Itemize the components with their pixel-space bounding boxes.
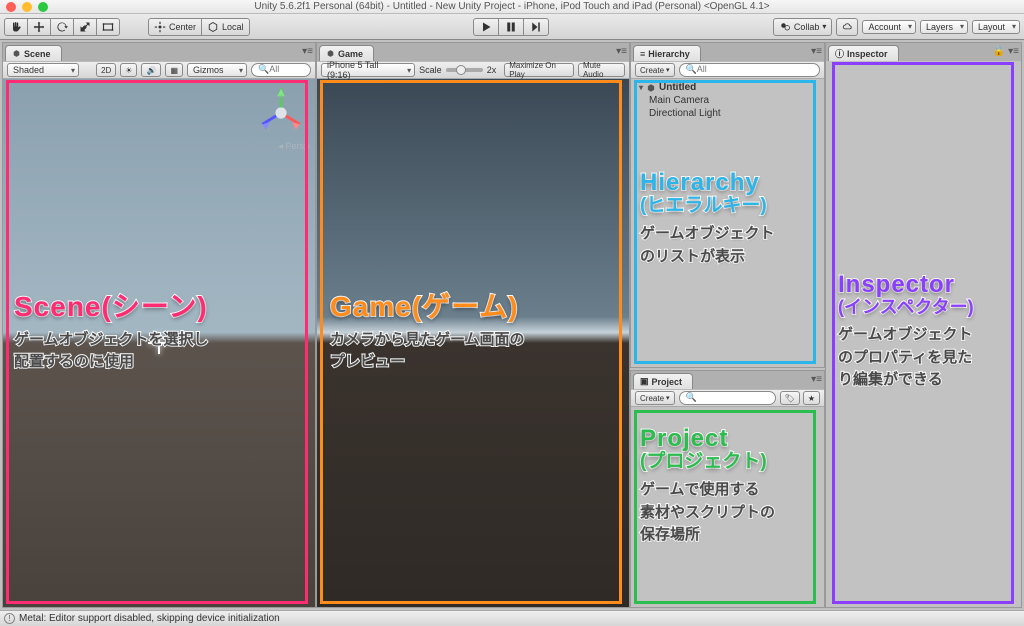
panel-menu-icon[interactable]: 🔒 ▾≡ xyxy=(993,46,1019,57)
window-titlebar: Unity 5.6.2f1 Personal (64bit) - Untitle… xyxy=(0,0,1024,14)
project-tab[interactable]: ▣Project xyxy=(633,373,693,389)
status-message: Metal: Editor support disabled, skipping… xyxy=(19,613,280,624)
hierarchy-item[interactable]: Directional Light xyxy=(635,107,820,120)
game-maximize-toggle[interactable]: Maximize On Play xyxy=(504,63,574,77)
scene-search-input[interactable]: 🔍All xyxy=(251,63,311,77)
status-bar: ! Metal: Editor support disabled, skippi… xyxy=(0,610,1024,626)
scene-shading-dropdown[interactable]: Shaded xyxy=(7,63,79,77)
project-create-button[interactable]: Create ▾ xyxy=(635,391,675,405)
rect-tool-button[interactable] xyxy=(96,18,120,36)
main-toolbar: Center Local Collab▾ Account Layers Layo… xyxy=(0,14,1024,40)
scene-2d-toggle[interactable]: 2D xyxy=(96,63,116,77)
game-display-dropdown[interactable]: iPhone 5 Tall (9:16) xyxy=(321,63,415,77)
pivot-local-button[interactable]: Local xyxy=(201,18,250,36)
move-tool-button[interactable] xyxy=(27,18,51,36)
scene-gizmos-dropdown[interactable]: Gizmos xyxy=(187,63,247,77)
layers-dropdown[interactable]: Layers xyxy=(920,20,968,34)
scene-audio-toggle-icon[interactable]: 🔊 xyxy=(141,63,161,77)
hierarchy-panel: ≡Hierarchy ▾≡ Create ▾ 🔍All ▾Untitled Ma… xyxy=(630,42,825,368)
step-button[interactable] xyxy=(523,18,549,36)
hierarchy-scene-row[interactable]: ▾Untitled xyxy=(635,81,820,94)
rotate-tool-button[interactable] xyxy=(50,18,74,36)
hierarchy-create-button[interactable]: Create ▾ xyxy=(635,63,675,77)
hierarchy-tab[interactable]: ≡Hierarchy xyxy=(633,45,701,61)
unity-scene-icon xyxy=(646,83,656,93)
scene-tab[interactable]: Scene xyxy=(5,45,62,61)
game-scale-label: Scale xyxy=(419,65,442,75)
layout-dropdown[interactable]: Layout xyxy=(972,20,1020,34)
scale-tool-button[interactable] xyxy=(73,18,97,36)
hierarchy-search-input[interactable]: 🔍All xyxy=(679,63,820,77)
account-dropdown[interactable]: Account xyxy=(862,20,916,34)
panel-menu-icon[interactable]: ▾≡ xyxy=(616,46,627,57)
collab-button[interactable]: Collab▾ xyxy=(773,18,833,36)
game-tab[interactable]: Game xyxy=(319,45,374,61)
scene-view[interactable]: y z x ◂ Persp xyxy=(3,79,315,607)
inspector-panel: ⓘInspector 🔒 ▾≡ xyxy=(825,42,1022,608)
game-scale-slider[interactable] xyxy=(446,68,483,72)
game-panel: Game ▾≡ iPhone 5 Tall (9:16) Scale 2x Ma… xyxy=(316,42,630,608)
scene-orientation-gizmo[interactable]: y z x xyxy=(253,85,309,141)
panel-menu-icon[interactable]: ▾≡ xyxy=(811,374,822,385)
project-favorites-icon[interactable]: ★ xyxy=(803,391,820,405)
inspector-tab[interactable]: ⓘInspector xyxy=(828,45,899,61)
close-traffic-light[interactable] xyxy=(6,2,16,12)
cloud-button[interactable] xyxy=(836,18,858,36)
scene-light-toggle-icon[interactable]: ☀ xyxy=(120,63,137,77)
project-panel: ▣Project ▾≡ Create ▾ 🔍 🏷 ★ xyxy=(630,370,825,608)
minimize-traffic-light[interactable] xyxy=(22,2,32,12)
project-filter-icon[interactable]: 🏷 xyxy=(780,391,800,405)
panel-menu-icon[interactable]: ▾≡ xyxy=(811,46,822,57)
game-scale-value: 2x xyxy=(487,65,497,75)
panel-menu-icon[interactable]: ▾≡ xyxy=(302,46,313,57)
hierarchy-item[interactable]: Main Camera xyxy=(635,94,820,107)
hand-tool-button[interactable] xyxy=(4,18,28,36)
project-search-input[interactable]: 🔍 xyxy=(679,391,776,405)
game-mute-toggle[interactable]: Mute Audio xyxy=(578,63,625,77)
scene-fx-toggle-icon[interactable]: ▦ xyxy=(165,63,183,77)
game-view[interactable] xyxy=(317,79,629,607)
unity-game-icon xyxy=(326,49,335,58)
pivot-center-button[interactable]: Center xyxy=(148,18,202,36)
scene-persp-label: ◂ Persp xyxy=(278,141,309,152)
svg-text:z: z xyxy=(267,127,270,134)
scene-panel: Scene ▾≡ Shaded 2D ☀ 🔊 ▦ Gizmos 🔍All xyxy=(2,42,316,608)
window-title: Unity 5.6.2f1 Personal (64bit) - Untitle… xyxy=(0,0,1024,14)
zoom-traffic-light[interactable] xyxy=(38,2,48,12)
play-button[interactable] xyxy=(473,18,499,36)
unity-scene-icon xyxy=(12,49,21,58)
pause-button[interactable] xyxy=(498,18,524,36)
status-info-icon[interactable]: ! xyxy=(4,613,15,624)
scene-camera-icon xyxy=(148,332,170,354)
